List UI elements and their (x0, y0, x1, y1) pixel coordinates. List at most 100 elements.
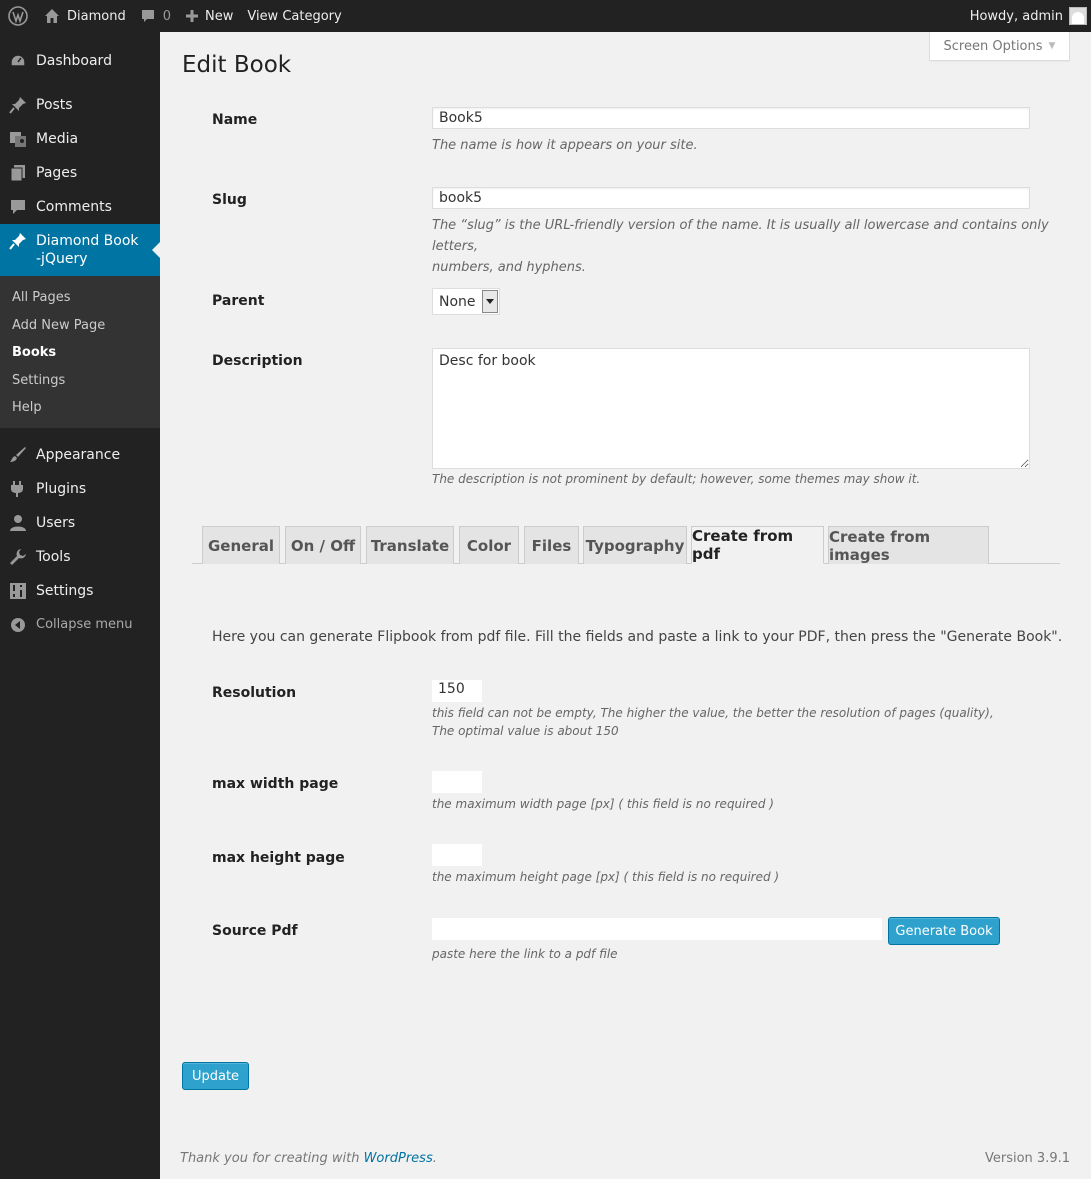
wordpress-logo-icon[interactable] (0, 0, 37, 32)
max-height-label: max height page (212, 850, 345, 866)
max-width-label: max width page (212, 776, 339, 792)
dropdown-arrow-icon (481, 290, 498, 313)
menu-tools[interactable]: Tools (0, 540, 160, 574)
slug-label: Slug (212, 192, 247, 208)
site-name-link[interactable]: Diamond (37, 0, 133, 32)
submenu-help[interactable]: Help (0, 394, 160, 422)
menu-media[interactable]: Media (0, 122, 160, 156)
description-label: Description (212, 353, 303, 369)
submenu-settings[interactable]: Settings (0, 367, 160, 395)
screen-options-button[interactable]: Screen Options ▼ (929, 32, 1070, 61)
wrench-icon (9, 548, 27, 566)
account-menu[interactable]: Howdy, admin (963, 0, 1091, 32)
pages-icon (9, 164, 27, 182)
comment-icon (9, 198, 27, 216)
plugin-icon (9, 480, 27, 498)
submenu: All Pages Add New Page Books Settings He… (0, 276, 160, 428)
generate-book-button[interactable]: Generate Book (888, 917, 1000, 945)
parent-selected-value: None (439, 293, 476, 310)
description-help: The description is not prominent by defa… (432, 472, 921, 486)
menu-label: Pages (36, 165, 78, 181)
menu-label: Plugins (36, 480, 87, 497)
menu-label: Media (36, 131, 79, 147)
description-textarea[interactable]: Desc for book (432, 348, 1030, 469)
source-pdf-input[interactable] (432, 918, 882, 940)
user-icon (9, 514, 27, 532)
max-height-input[interactable] (432, 844, 482, 866)
menu-appearance[interactable]: Appearance (0, 438, 160, 472)
name-description: The name is how it appears on your site. (432, 138, 698, 153)
new-content-link[interactable]: New (178, 0, 240, 32)
menu-label: Tools (36, 548, 71, 565)
tab-create-from-pdf[interactable]: Create from pdf (691, 526, 824, 564)
media-icon (9, 130, 27, 148)
avatar (1069, 7, 1087, 25)
footer-version: Version 3.9.1 (984, 1151, 1070, 1166)
comment-bubble-icon (140, 8, 156, 24)
menu-posts[interactable]: Posts (0, 88, 160, 122)
menu-label: Posts (36, 97, 73, 113)
menu-users[interactable]: Users (0, 506, 160, 540)
tab-general[interactable]: General (202, 526, 280, 564)
menu-label: Dashboard (36, 53, 112, 69)
resolution-description-line1: this field can not be empty, The higher … (432, 706, 994, 720)
plus-icon (185, 9, 199, 23)
comments-link[interactable]: 0 (133, 0, 178, 32)
tab-color[interactable]: Color (459, 526, 519, 564)
resolution-description-line2: The optimal value is about 150 (432, 724, 619, 738)
collapse-arrow-icon (9, 616, 27, 634)
screen-options-label: Screen Options (943, 38, 1043, 54)
resolution-input[interactable]: 150 (432, 680, 482, 702)
tab-on-off[interactable]: On / Off (285, 526, 361, 564)
wordpress-link[interactable]: WordPress (364, 1151, 433, 1166)
max-width-input[interactable] (432, 771, 482, 793)
menu-label-line2: -jQuery (36, 251, 88, 267)
menu-label: Appearance (36, 446, 121, 463)
brush-icon (9, 446, 27, 464)
slug-description: The “slug” is the URL-friendly version o… (432, 215, 1091, 278)
footer-thanks-suffix: . (432, 1151, 437, 1166)
comments-count: 0 (162, 8, 171, 24)
max-width-description: the maximum width page [px] ( this field… (432, 797, 774, 811)
max-height-description: the maximum height page [px] ( this fiel… (432, 870, 780, 884)
parent-select[interactable]: None (432, 288, 500, 315)
menu-settings[interactable]: Settings (0, 574, 160, 608)
menu-label: Diamond Book -jQuery (36, 232, 139, 268)
collapse-menu-button[interactable]: Collapse menu (0, 608, 160, 642)
name-input[interactable]: Book5 (432, 107, 1030, 129)
admin-sidebar: Dashboard Posts Media Pages Comments Dia… (0, 32, 160, 1179)
menu-dashboard[interactable]: Dashboard (0, 44, 160, 78)
menu-label: Comments (36, 199, 112, 215)
tab-files[interactable]: Files (524, 526, 579, 564)
menu-pages[interactable]: Pages (0, 156, 160, 190)
name-label: Name (212, 112, 258, 128)
tab-create-from-images[interactable]: Create from images (828, 526, 989, 564)
pdf-intro-text: Here you can generate Flipbook from pdf … (212, 629, 1063, 645)
howdy-label: Howdy, admin (969, 8, 1063, 24)
new-label: New (204, 8, 234, 24)
tab-typography[interactable]: Typography (583, 526, 687, 564)
pin-icon (9, 96, 27, 114)
pin-icon (9, 232, 27, 250)
view-category-link[interactable]: View Category (240, 0, 348, 32)
submenu-add-new-page[interactable]: Add New Page (0, 312, 160, 340)
menu-label: Settings (36, 582, 94, 599)
menu-label-line1: Diamond Book (36, 233, 139, 249)
main-content: Screen Options ▼ Edit Book Name Book5 Th… (160, 32, 1091, 1179)
submenu-books[interactable]: Books (0, 339, 160, 367)
triangle-down-icon: ▼ (1048, 41, 1056, 51)
resolution-description: this field can not be empty, The higher … (432, 704, 994, 740)
submenu-all-pages[interactable]: All Pages (0, 284, 160, 312)
menu-label: Users (36, 514, 76, 531)
tab-translate[interactable]: Translate (366, 526, 454, 564)
slug-input[interactable]: book5 (432, 187, 1030, 209)
update-button[interactable]: Update (182, 1062, 249, 1090)
home-icon (44, 8, 60, 24)
admin-bar: Diamond 0 New View Category Howdy, admin (0, 0, 1091, 32)
source-pdf-description: paste here the link to a pdf file (432, 947, 618, 961)
menu-diamond-book[interactable]: Diamond Book -jQuery (0, 224, 160, 276)
page-title: Edit Book (182, 52, 292, 78)
menu-plugins[interactable]: Plugins (0, 472, 160, 506)
slug-description-line1: The “slug” is the URL-friendly version o… (432, 218, 1049, 254)
menu-comments[interactable]: Comments (0, 190, 160, 224)
